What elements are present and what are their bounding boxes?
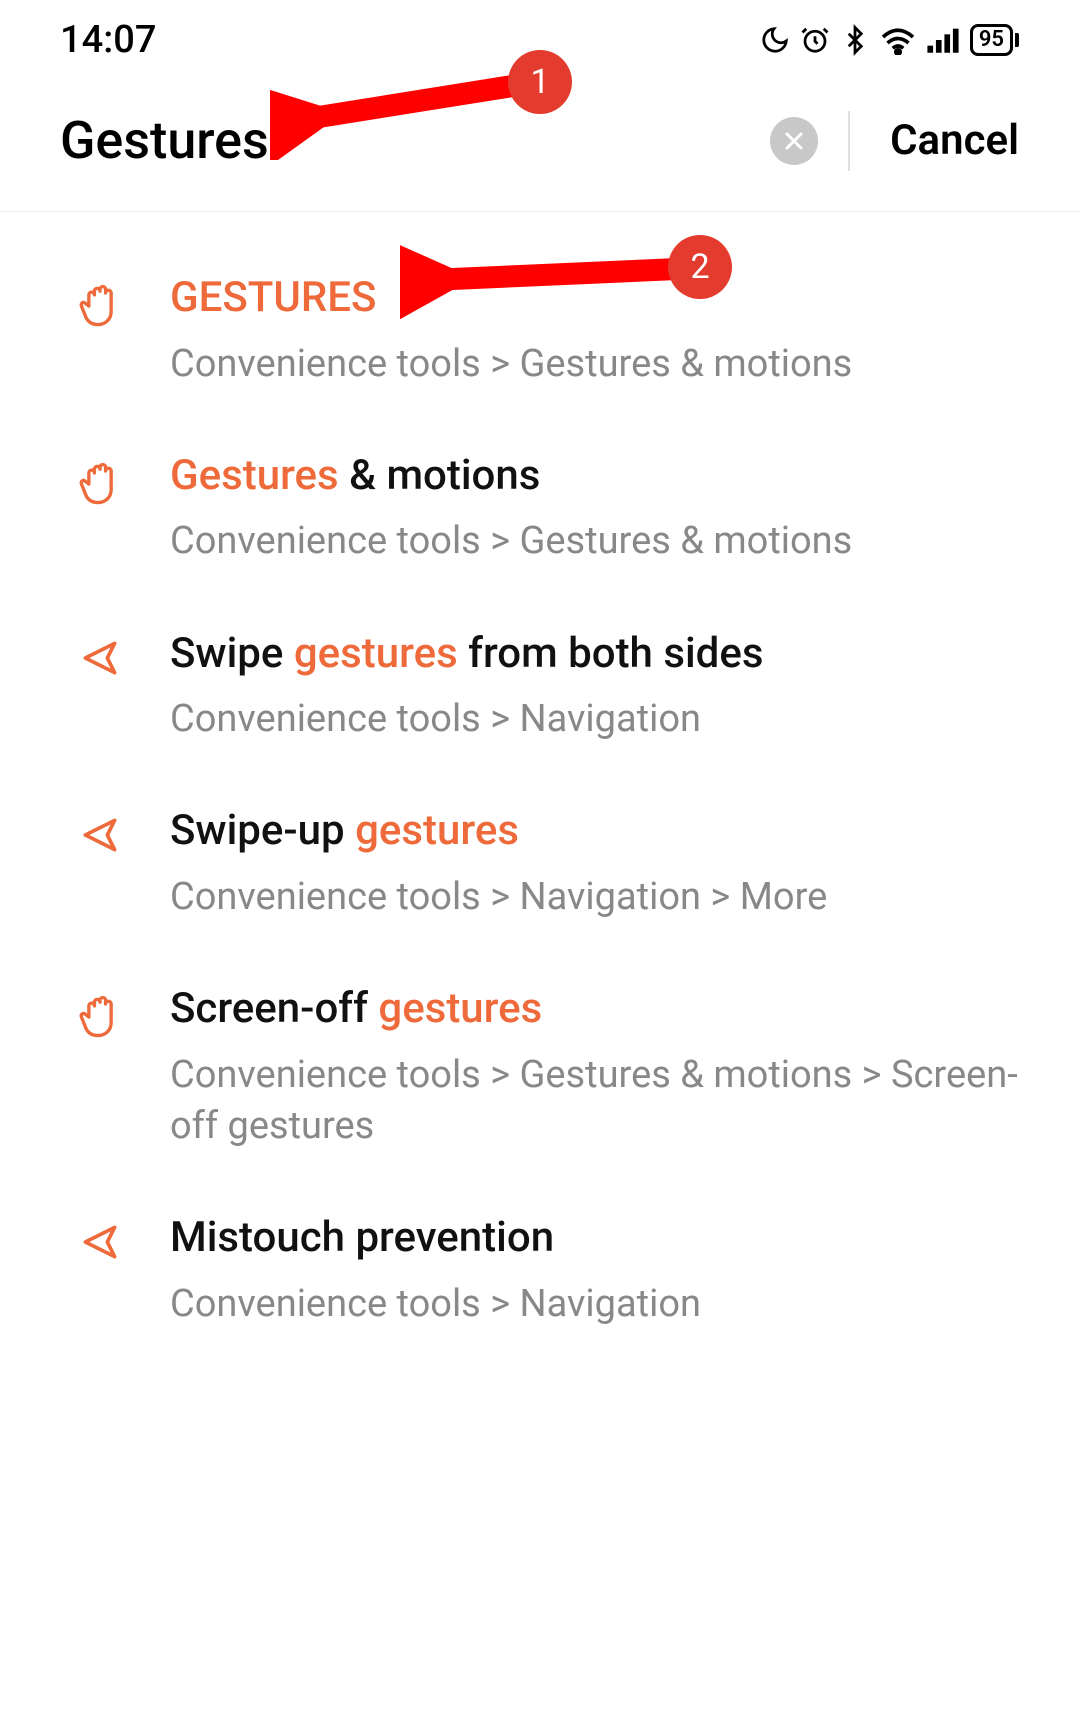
hand-icon [70, 272, 130, 332]
search-result-item[interactable]: Mistouch prevention Convenience tools > N… [40, 1182, 1039, 1360]
wifi-icon [880, 25, 916, 55]
signal-icon [926, 25, 960, 55]
battery-icon: 95 [970, 24, 1019, 56]
search-results-list: GESTURESConvenience tools > Gestures & m… [0, 212, 1079, 1360]
result-path: Convenience tools > Navigation [170, 1279, 1019, 1330]
annotation-bubble-1: 1 [508, 50, 572, 114]
result-path: Convenience tools > Gestures & motions [170, 516, 1019, 567]
hand-icon [70, 983, 130, 1043]
result-path: Convenience tools > Gestures & motions >… [170, 1050, 1019, 1153]
nav-back-icon [70, 805, 130, 857]
bluetooth-icon [840, 23, 870, 57]
dnd-moon-icon [760, 25, 790, 55]
nav-back-icon [70, 628, 130, 680]
result-text: Swipe-up gestures Convenience tools > Nav… [170, 805, 1019, 923]
close-icon [782, 129, 806, 153]
result-title: Screen-off gestures [170, 983, 1019, 1036]
status-icons: 95 [760, 23, 1019, 57]
result-text: Swipe gestures from both sides Convenienc… [170, 628, 1019, 746]
annotation-bubble-2: 2 [668, 235, 732, 299]
battery-level: 95 [970, 24, 1013, 56]
cancel-button[interactable]: Cancel [890, 116, 1039, 165]
result-title: Swipe gestures from both sides [170, 628, 1019, 681]
result-text: Gestures & motions Convenience tools > Ge… [170, 450, 1019, 568]
result-text: Mistouch prevention Convenience tools > N… [170, 1212, 1019, 1330]
hand-icon [70, 450, 130, 510]
nav-back-icon [70, 1212, 130, 1264]
result-path: Convenience tools > Navigation [170, 694, 1019, 745]
result-path: Convenience tools > Gestures & motions [170, 339, 1019, 390]
result-title: Gestures & motions [170, 450, 1019, 503]
result-path: Convenience tools > Navigation > More [170, 872, 1019, 923]
search-result-item[interactable]: Screen-off gestures Convenience tools > G… [40, 953, 1039, 1182]
result-text: Screen-off gestures Convenience tools > G… [170, 983, 1019, 1152]
search-result-item[interactable]: Swipe-up gestures Convenience tools > Nav… [40, 775, 1039, 953]
alarm-icon [800, 25, 830, 55]
result-title: Swipe-up gestures [170, 805, 1019, 858]
header-divider [848, 111, 850, 171]
search-result-item[interactable]: Gestures & motions Convenience tools > Ge… [40, 420, 1039, 598]
search-result-item[interactable]: Swipe gestures from both sides Convenienc… [40, 598, 1039, 776]
result-title: Mistouch prevention [170, 1212, 1019, 1265]
status-time: 14:07 [60, 18, 156, 62]
clear-search-button[interactable] [770, 117, 818, 165]
